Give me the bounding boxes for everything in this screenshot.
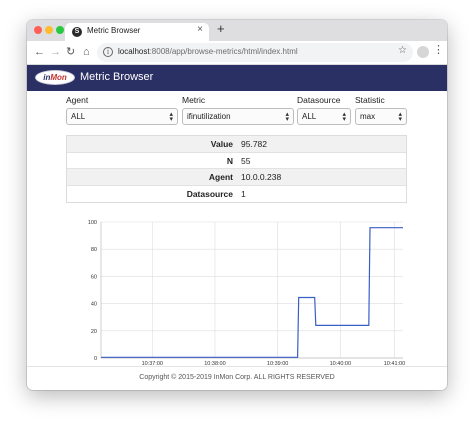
metric-select-value: ifinutilization bbox=[187, 112, 231, 121]
y-tick-label: 100 bbox=[88, 220, 97, 226]
url-text[interactable]: localhost:8008/app/browse-metrics/html/i… bbox=[118, 47, 298, 56]
select-caret-icon: ▴ ▾ bbox=[285, 111, 289, 123]
y-tick-label: 20 bbox=[91, 329, 97, 335]
tab-metric-browser[interactable]: S Metric Browser × bbox=[65, 23, 209, 41]
table-row: Value 95.782 bbox=[67, 136, 406, 153]
datasource-select[interactable]: ALL ▴ ▾ bbox=[297, 108, 351, 125]
agent-select[interactable]: ALL ▴ ▾ bbox=[66, 108, 178, 125]
select-caret-icon: ▴ ▾ bbox=[342, 111, 346, 123]
table-row: N 55 bbox=[67, 153, 406, 169]
stat-value: 55 bbox=[241, 155, 251, 166]
y-tick-label: 0 bbox=[94, 356, 97, 362]
select-caret-icon: ▴ ▾ bbox=[169, 111, 173, 123]
close-icon[interactable]: × bbox=[197, 24, 203, 35]
agent-select-value: ALL bbox=[71, 112, 86, 121]
y-tick-label: 80 bbox=[91, 247, 97, 253]
copyright-text: Copyright © 2015-2019 InMon Corp. ALL RI… bbox=[139, 374, 335, 381]
close-window-button[interactable] bbox=[34, 26, 42, 34]
browser-toolbar: ← → ↻ ⌂ i localhost:8008/app/browse-metr… bbox=[27, 41, 447, 65]
kebab-menu-icon[interactable]: ⋮ bbox=[433, 43, 444, 56]
x-tick-label: 10:38:00 bbox=[204, 361, 225, 365]
stat-value: 1 bbox=[241, 188, 246, 199]
inmon-logo[interactable]: inMon bbox=[35, 70, 75, 85]
browser-window: S Metric Browser × + ← → ↻ ⌂ i localhost… bbox=[27, 20, 447, 390]
x-tick-label: 10:37:00 bbox=[142, 361, 163, 365]
maximize-window-button[interactable] bbox=[56, 26, 64, 34]
y-tick-label: 40 bbox=[91, 302, 97, 308]
new-tab-button[interactable]: + bbox=[217, 21, 225, 36]
stat-value: 95.782 bbox=[241, 139, 267, 149]
minimize-window-button[interactable] bbox=[45, 26, 53, 34]
statistic-select[interactable]: max ▴ ▾ bbox=[355, 108, 407, 125]
series-line bbox=[101, 227, 403, 358]
table-row: Agent 10.0.0.238 bbox=[67, 169, 406, 186]
x-tick-label: 10:39:00 bbox=[267, 361, 288, 365]
star-icon[interactable]: ☆ bbox=[398, 45, 407, 56]
footer: Copyright © 2015-2019 InMon Corp. ALL RI… bbox=[27, 366, 447, 390]
address-bar[interactable]: i localhost:8008/app/browse-metrics/html… bbox=[97, 43, 413, 62]
statistic-select-value: max bbox=[360, 112, 376, 121]
datasource-select-value: ALL bbox=[302, 112, 317, 121]
metric-chart: 0 20 40 60 80 100 10:37:00 10:38:00 10:39:00 10:4… bbox=[88, 220, 405, 365]
url-path: :8008/app/browse-metrics/html/index.html bbox=[149, 47, 298, 56]
stats-table: Value 95.782 N 55 Agent 10.0.0.238 Datas… bbox=[66, 135, 407, 203]
forward-arrow-icon[interactable]: → bbox=[50, 45, 61, 59]
app-header: inMon Metric Browser bbox=[27, 65, 447, 91]
select-caret-icon: ▴ ▾ bbox=[398, 111, 402, 123]
stat-key: N bbox=[226, 155, 233, 166]
stat-key: Agent bbox=[208, 172, 233, 182]
x-tick-label: 10:41:00 bbox=[384, 361, 405, 365]
home-icon[interactable]: ⌂ bbox=[83, 45, 90, 59]
back-arrow-icon[interactable]: ← bbox=[34, 45, 45, 59]
reload-icon[interactable]: ↻ bbox=[66, 45, 75, 59]
agent-label: Agent bbox=[66, 95, 89, 105]
tab-title: Metric Browser bbox=[87, 26, 141, 35]
favicon-icon: S bbox=[72, 27, 82, 37]
metric-select[interactable]: ifinutilization ▴ ▾ bbox=[182, 108, 294, 125]
y-tick-label: 60 bbox=[91, 274, 97, 280]
statistic-label: Statistic bbox=[355, 95, 385, 105]
table-row: Datasource 1 bbox=[67, 186, 406, 203]
logo-mon: Mon bbox=[50, 73, 67, 82]
app-title: Metric Browser bbox=[80, 71, 154, 83]
stat-key: Datasource bbox=[186, 188, 233, 199]
profile-avatar[interactable] bbox=[417, 46, 429, 58]
url-host: localhost bbox=[118, 47, 150, 56]
x-tick-label: 10:40:00 bbox=[330, 361, 351, 365]
info-icon[interactable]: i bbox=[103, 47, 113, 57]
metric-label: Metric bbox=[182, 95, 206, 105]
stat-key: Value bbox=[210, 139, 233, 149]
stat-value: 10.0.0.238 bbox=[241, 172, 282, 182]
tab-strip: S Metric Browser × + bbox=[27, 20, 447, 41]
datasource-label: Datasource bbox=[297, 95, 341, 105]
